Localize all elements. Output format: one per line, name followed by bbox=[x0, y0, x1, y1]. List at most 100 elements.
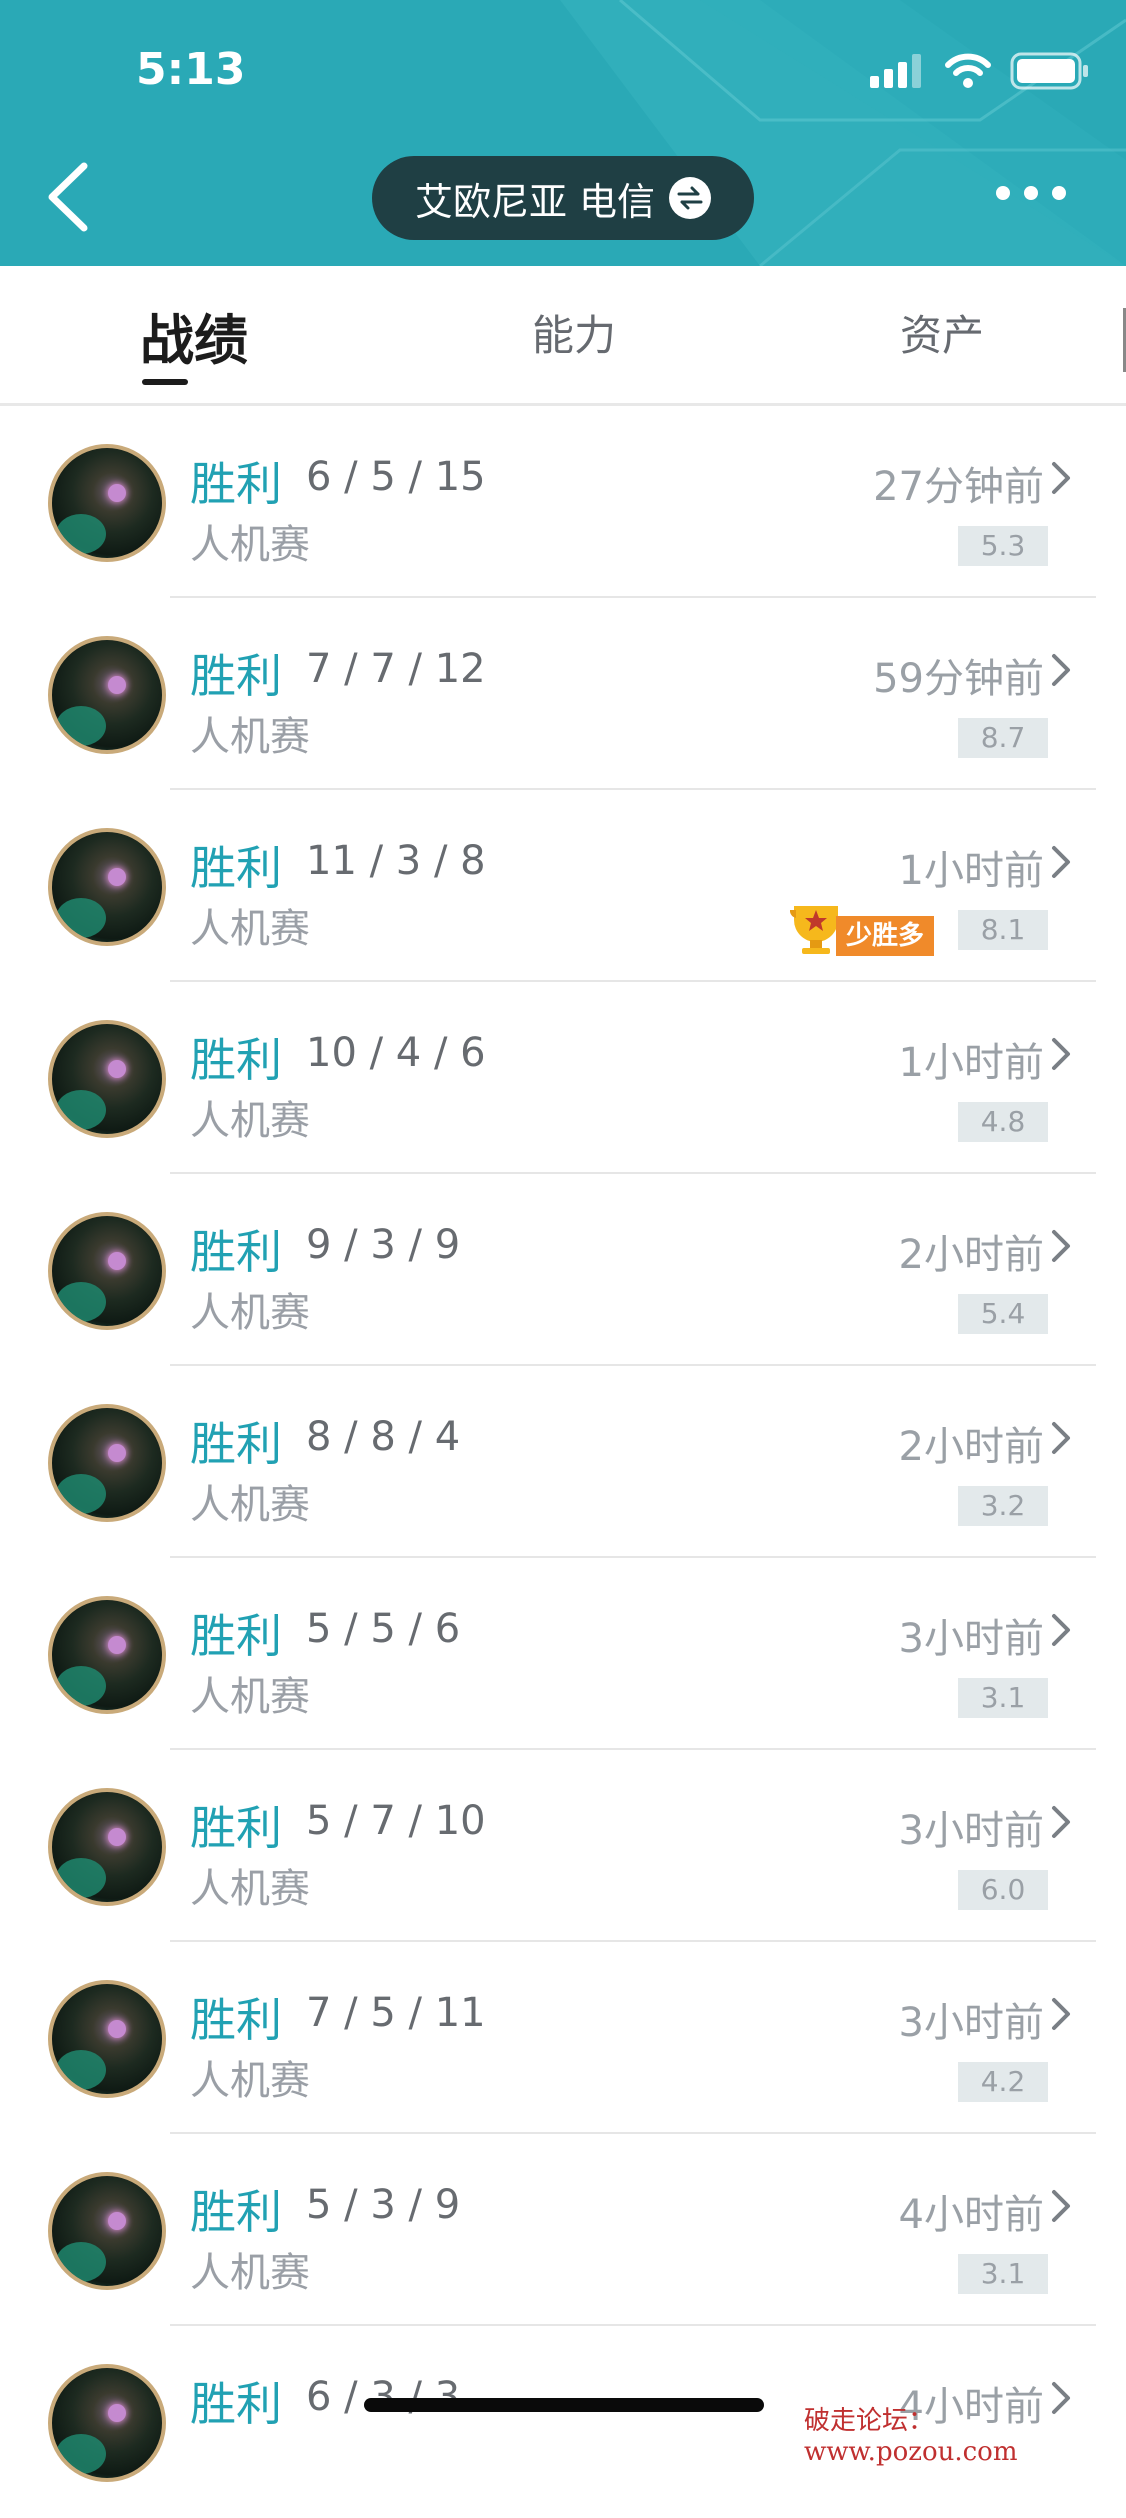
cellular-signal-icon bbox=[870, 54, 921, 88]
champion-avatar bbox=[48, 636, 166, 754]
tab-assets[interactable]: 资产 bbox=[900, 302, 984, 363]
match-result: 胜利 bbox=[190, 1609, 282, 1663]
server-selector[interactable]: 艾欧尼亚 电信 bbox=[372, 156, 754, 240]
match-time: 3小时前 bbox=[898, 2000, 1044, 2046]
champion-avatar bbox=[48, 1020, 166, 1138]
comeback-badge: 少胜多 bbox=[836, 916, 935, 956]
match-kda: 7 / 5 / 11 bbox=[306, 1990, 486, 2036]
match-score: 8.1 bbox=[958, 910, 1048, 950]
match-row[interactable]: 胜利 7 / 7 / 12 人机赛 59分钟前 8.7 bbox=[0, 598, 1126, 790]
champion-avatar bbox=[48, 444, 166, 562]
match-row[interactable]: 胜利 5 / 3 / 9 人机赛 4小时前 3.1 bbox=[0, 2134, 1126, 2326]
match-score: 3.1 bbox=[958, 1678, 1048, 1718]
match-time: 59分钟前 bbox=[873, 656, 1044, 702]
match-kda: 8 / 8 / 4 bbox=[306, 1414, 461, 1460]
chevron-right-icon bbox=[1052, 1614, 1070, 1646]
match-row[interactable]: 胜利 7 / 5 / 11 人机赛 3小时前 4.2 bbox=[0, 1942, 1126, 2134]
chevron-right-icon bbox=[1052, 1806, 1070, 1838]
match-row[interactable]: 胜利 10 / 4 / 6 人机赛 1小时前 4.8 bbox=[0, 982, 1126, 1174]
chevron-right-icon bbox=[1052, 1422, 1070, 1454]
match-score: 5.3 bbox=[958, 526, 1048, 566]
match-mode: 人机赛 bbox=[190, 1482, 310, 1528]
champion-avatar bbox=[48, 1596, 166, 1714]
battery-icon bbox=[1010, 52, 1088, 90]
match-score: 3.2 bbox=[958, 1486, 1048, 1526]
match-row[interactable]: 胜利 9 / 3 / 9 人机赛 2小时前 5.4 bbox=[0, 1174, 1126, 1366]
more-options-icon[interactable] bbox=[996, 186, 1066, 200]
champion-avatar bbox=[48, 2172, 166, 2290]
header: 5:13 艾欧尼亚 电信 bbox=[0, 0, 1126, 266]
match-score: 8.7 bbox=[958, 718, 1048, 758]
back-chevron-icon[interactable] bbox=[44, 160, 94, 234]
match-result: 胜利 bbox=[190, 1033, 282, 1087]
home-indicator[interactable] bbox=[364, 2398, 764, 2412]
match-kda: 9 / 3 / 9 bbox=[306, 1222, 461, 1268]
match-row[interactable]: 胜利 8 / 8 / 4 人机赛 2小时前 3.2 bbox=[0, 1366, 1126, 1558]
match-result: 胜利 bbox=[190, 1417, 282, 1471]
match-mode: 人机赛 bbox=[190, 1098, 310, 1144]
match-score: 4.2 bbox=[958, 2062, 1048, 2102]
match-result: 胜利 bbox=[190, 457, 282, 511]
champion-avatar bbox=[48, 1404, 166, 1522]
chevron-right-icon bbox=[1052, 1230, 1070, 1262]
chevron-right-icon bbox=[1052, 2190, 1070, 2222]
match-time: 1小时前 bbox=[898, 848, 1044, 894]
match-mode: 人机赛 bbox=[190, 2058, 310, 2104]
tab-record[interactable]: 战绩 bbox=[140, 296, 248, 375]
match-row[interactable]: 胜利 6 / 5 / 15 人机赛 27分钟前 5.3 bbox=[0, 406, 1126, 598]
match-kda: 11 / 3 / 8 bbox=[306, 838, 486, 884]
champion-avatar bbox=[48, 1788, 166, 1906]
match-time: 2小时前 bbox=[898, 1424, 1044, 1470]
match-score: 6.0 bbox=[958, 1870, 1048, 1910]
champion-avatar bbox=[48, 1212, 166, 1330]
tab-bar: 战绩 能力 资产 bbox=[0, 266, 1126, 406]
chevron-right-icon bbox=[1052, 654, 1070, 686]
match-result: 胜利 bbox=[190, 1225, 282, 1279]
match-mode: 人机赛 bbox=[190, 1290, 310, 1336]
match-result: 胜利 bbox=[190, 2185, 282, 2239]
match-time: 2小时前 bbox=[898, 1232, 1044, 1278]
match-result: 胜利 bbox=[190, 2377, 282, 2431]
match-mode: 人机赛 bbox=[190, 714, 310, 760]
match-score: 4.8 bbox=[958, 1102, 1048, 1142]
champion-avatar bbox=[48, 1980, 166, 2098]
match-time: 3小时前 bbox=[898, 1616, 1044, 1662]
status-bar-time: 5:13 bbox=[136, 44, 246, 95]
swap-icon bbox=[669, 177, 712, 219]
match-kda: 5 / 5 / 6 bbox=[306, 1606, 461, 1652]
champion-avatar bbox=[48, 828, 166, 946]
active-tab-indicator bbox=[142, 379, 188, 385]
wifi-icon bbox=[945, 53, 991, 88]
tab-ability[interactable]: 能力 bbox=[532, 302, 616, 363]
match-kda: 5 / 3 / 9 bbox=[306, 2182, 461, 2228]
chevron-right-icon bbox=[1052, 462, 1070, 494]
match-row[interactable]: 胜利 11 / 3 / 8 人机赛 1小时前 少胜多 8.1 bbox=[0, 790, 1126, 982]
chevron-right-icon bbox=[1052, 846, 1070, 878]
match-time: 4小时前 bbox=[898, 2192, 1044, 2238]
match-time: 3小时前 bbox=[898, 1808, 1044, 1854]
match-result: 胜利 bbox=[190, 841, 282, 895]
match-result: 胜利 bbox=[190, 1993, 282, 2047]
match-score: 5.4 bbox=[958, 1294, 1048, 1334]
match-kda: 5 / 7 / 10 bbox=[306, 1798, 486, 1844]
match-mode: 人机赛 bbox=[190, 522, 310, 568]
match-row[interactable]: 胜利 5 / 7 / 10 人机赛 3小时前 6.0 bbox=[0, 1750, 1126, 1942]
match-kda: 7 / 7 / 12 bbox=[306, 646, 486, 692]
match-result: 胜利 bbox=[190, 649, 282, 703]
match-result: 胜利 bbox=[190, 1801, 282, 1855]
match-mode: 人机赛 bbox=[190, 1674, 310, 1720]
match-mode: 人机赛 bbox=[190, 2250, 310, 2296]
champion-avatar bbox=[48, 2364, 166, 2482]
match-kda: 6 / 3 / 3 bbox=[306, 2374, 461, 2420]
match-mode: 人机赛 bbox=[190, 1866, 310, 1912]
server-name: 艾欧尼亚 电信 bbox=[414, 179, 656, 224]
match-row[interactable]: 胜利 5 / 5 / 6 人机赛 3小时前 3.1 bbox=[0, 1558, 1126, 1750]
match-list: 胜利 6 / 5 / 15 人机赛 27分钟前 5.3 胜利 7 / 7 / 1… bbox=[0, 406, 1126, 2518]
chevron-right-icon bbox=[1052, 1998, 1070, 2030]
watermark: 破走论坛：www.pozou.com bbox=[804, 2406, 1018, 2467]
status-bar-icons bbox=[870, 52, 1090, 90]
match-mode: 人机赛 bbox=[190, 906, 310, 952]
match-kda: 6 / 5 / 15 bbox=[306, 454, 486, 500]
chevron-right-icon bbox=[1052, 1038, 1070, 1070]
match-time: 1小时前 bbox=[898, 1040, 1044, 1086]
